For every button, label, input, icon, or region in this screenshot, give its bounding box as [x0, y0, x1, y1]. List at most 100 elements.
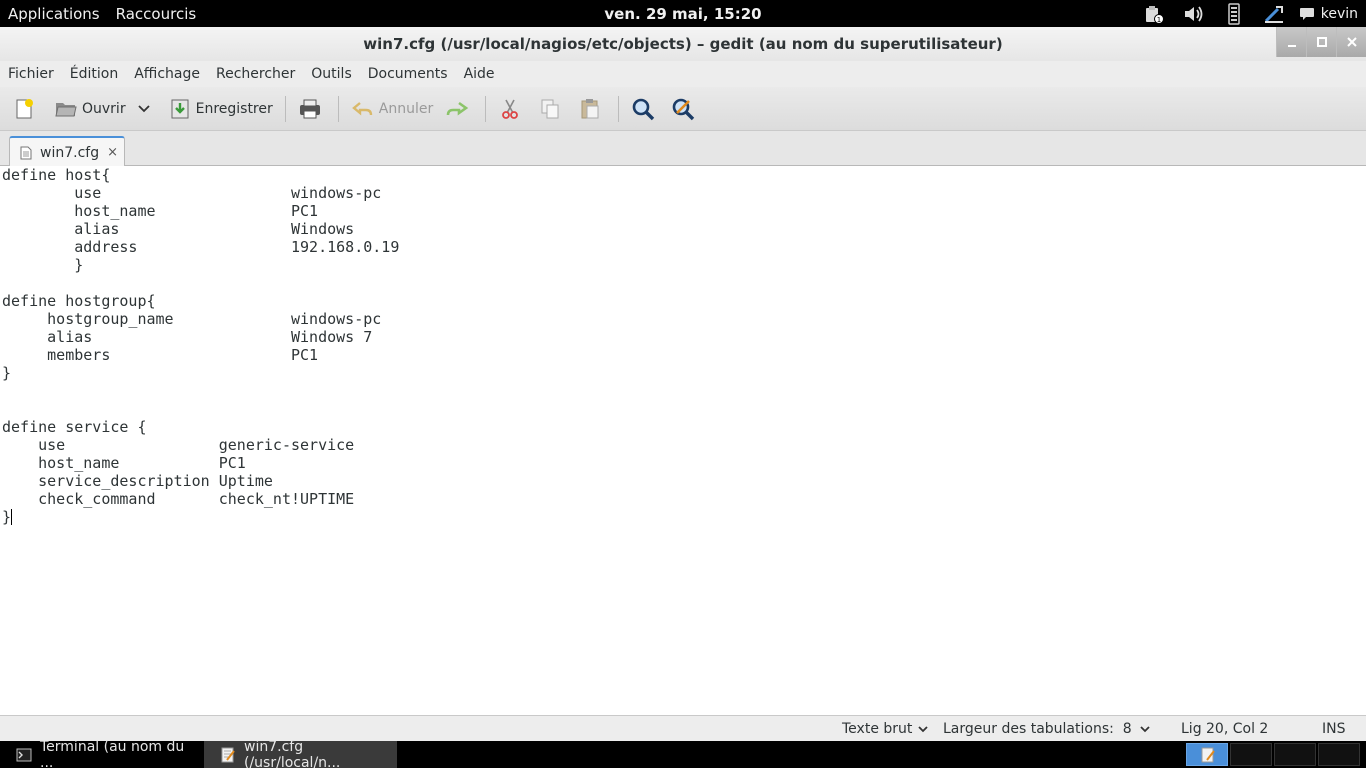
search-button[interactable] [627, 93, 663, 125]
editor-line: host_name PC1 [2, 454, 246, 472]
editor-line: use windows-pc [2, 184, 382, 202]
print-button[interactable] [294, 93, 330, 125]
copy-icon [538, 97, 562, 121]
system-tray: 1 kevin [1129, 0, 1366, 27]
window-title: win7.cfg (/usr/local/nagios/etc/objects)… [363, 35, 1003, 53]
top-panel: Applications Raccourcis ven. 29 mai, 15:… [0, 0, 1366, 27]
open-recent-dropdown[interactable] [134, 93, 154, 125]
menu-bar: Fichier Édition Affichage Rechercher Out… [0, 61, 1366, 87]
tab-label: win7.cfg [40, 144, 100, 161]
editor-line: hostgroup_name windows-pc [2, 310, 382, 328]
network-icon[interactable] [1219, 0, 1249, 27]
toolbar: Ouvrir Enregistrer Annuler [0, 87, 1366, 131]
workspace-4[interactable] [1318, 743, 1360, 766]
editor-line: define host{ [2, 166, 111, 184]
scissors-icon [498, 97, 522, 121]
editor-line: host_name PC1 [2, 202, 319, 220]
open-button[interactable]: Ouvrir [50, 93, 130, 125]
notification-icon[interactable]: 1 [1139, 0, 1169, 27]
shortcuts-menu[interactable]: Raccourcis [108, 5, 205, 23]
taskbar-gedit[interactable]: win7.cfg (/usr/local/n... [204, 738, 397, 768]
tab-close-button[interactable]: × [107, 145, 118, 160]
volume-icon[interactable] [1179, 0, 1209, 27]
editor-line: alias Windows [2, 220, 355, 238]
accessibility-icon[interactable] [1259, 0, 1289, 27]
save-label: Enregistrer [195, 100, 273, 117]
save-icon [168, 97, 192, 121]
editor-line: } [2, 364, 12, 382]
open-label: Ouvrir [82, 100, 126, 117]
taskbar-terminal[interactable]: Terminal (au nom du ... [0, 738, 202, 768]
chevron-down-icon [918, 725, 929, 732]
editor-line-current: } [2, 508, 1366, 526]
search-replace-button[interactable] [667, 93, 703, 125]
user-menu[interactable]: kevin [1299, 0, 1366, 27]
new-document-button[interactable] [8, 93, 44, 125]
cut-button[interactable] [494, 93, 530, 125]
editor-line: members PC1 [2, 346, 319, 364]
editor-line: address 192.168.0.19 [2, 238, 400, 256]
status-bar: Texte brut Largeur des tabulations: 8 Li… [0, 715, 1366, 741]
applications-menu[interactable]: Applications [0, 5, 108, 23]
menu-affichage[interactable]: Affichage [126, 66, 208, 82]
language-selector[interactable]: Texte brut [842, 716, 929, 742]
search-replace-icon [671, 97, 695, 121]
terminal-icon [16, 747, 32, 763]
toolbar-separator [284, 95, 286, 122]
workspace-2[interactable] [1230, 743, 1272, 766]
menu-documents[interactable]: Documents [360, 66, 456, 82]
gedit-icon [1201, 747, 1215, 763]
editor-line: define service { [2, 418, 147, 436]
menu-rechercher[interactable]: Rechercher [208, 66, 303, 82]
editor-line: alias Windows 7 [2, 328, 373, 346]
user-name: kevin [1320, 5, 1358, 22]
taskbar: Terminal (au nom du ... win7.cfg (/usr/l… [0, 738, 1366, 768]
undo-button[interactable]: Annuler [347, 93, 437, 125]
text-editor[interactable]: define host{ use windows-pc host_name PC… [0, 166, 1366, 714]
search-icon [631, 97, 655, 121]
menu-aide[interactable]: Aide [456, 66, 503, 82]
editor-line: service_description Uptime [2, 472, 273, 490]
tab-width-selector[interactable]: Largeur des tabulations: 8 [943, 716, 1150, 742]
workspace-1[interactable] [1186, 743, 1228, 766]
menu-fichier[interactable]: Fichier [0, 66, 62, 82]
close-window-button[interactable] [1336, 27, 1366, 57]
workspace-3[interactable] [1274, 743, 1316, 766]
redo-button[interactable] [441, 93, 477, 125]
new-document-icon [12, 97, 36, 121]
paste-button[interactable] [574, 93, 610, 125]
chevron-down-icon [137, 104, 150, 112]
maximize-icon [1316, 37, 1327, 47]
undo-label: Annuler [378, 100, 434, 117]
chevron-down-icon [1140, 725, 1150, 732]
minimize-button[interactable] [1276, 27, 1306, 57]
undo-icon [351, 97, 375, 121]
editor-line-text: } [2, 508, 12, 526]
menu-outils[interactable]: Outils [303, 66, 359, 82]
editor-line: use generic-service [2, 436, 355, 454]
text-cursor [11, 509, 13, 525]
window-controls [1276, 27, 1366, 57]
taskbar-terminal-label: Terminal (au nom du ... [40, 738, 185, 768]
printer-icon [298, 97, 322, 121]
paste-icon [578, 97, 602, 121]
close-icon [1346, 37, 1357, 47]
toolbar-separator [485, 95, 487, 122]
maximize-button[interactable] [1306, 27, 1336, 57]
tab-win7-cfg[interactable]: win7.cfg × [9, 136, 125, 167]
menu-edition[interactable]: Édition [62, 66, 126, 82]
taskbar-gedit-label: win7.cfg (/usr/local/n... [244, 738, 341, 768]
save-button[interactable]: Enregistrer [164, 93, 277, 125]
editor-line: } [2, 256, 84, 274]
tab-width-label: Largeur des tabulations: 8 [943, 721, 1132, 737]
copy-button[interactable] [534, 93, 570, 125]
editor-line: define hostgroup{ [2, 292, 156, 310]
toolbar-separator [337, 95, 339, 122]
language-label: Texte brut [842, 721, 913, 737]
window-title-bar[interactable]: win7.cfg (/usr/local/nagios/etc/objects)… [0, 27, 1366, 61]
minimize-icon [1287, 45, 1296, 47]
cursor-position: Lig 20, Col 2 [1181, 721, 1269, 737]
